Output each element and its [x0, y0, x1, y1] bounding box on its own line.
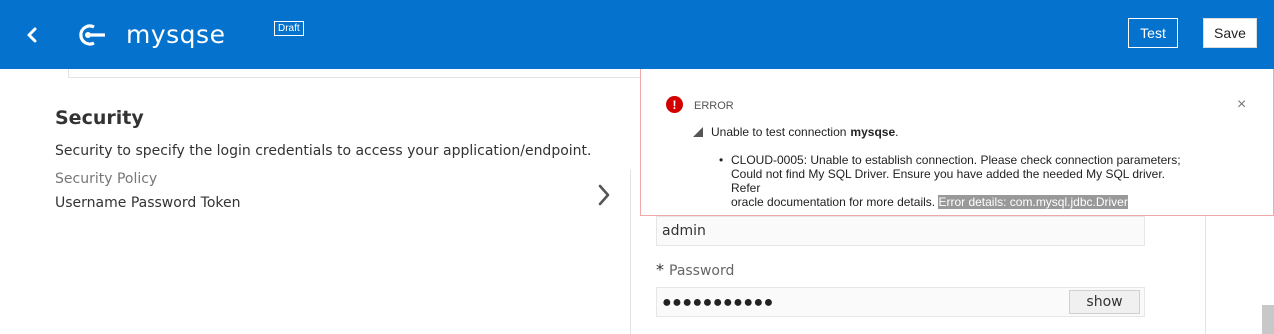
error-detail-line-1: CLOUD-0005: Unable to establish connecti…	[731, 153, 1181, 167]
error-title: ERROR	[694, 100, 734, 112]
app-header: mysqse Draft Test Save	[0, 0, 1274, 69]
error-detail-line-2: Could not find My SQL Driver. Ensure you…	[731, 167, 1166, 195]
error-detail-line-3: oracle documentation for more details. E…	[719, 195, 1189, 209]
error-summary: Unable to test connection mysqse.	[693, 125, 898, 139]
password-label: * Password	[656, 260, 734, 279]
password-label-text: Password	[669, 263, 735, 279]
save-button[interactable]: Save	[1203, 18, 1257, 48]
error-detail-bullet: •	[719, 153, 724, 167]
chevron-right-icon[interactable]	[596, 182, 612, 208]
security-policy-label: Security Policy	[55, 171, 158, 187]
error-detail-text: oracle documentation for more details.	[731, 195, 936, 209]
section-title: Security	[55, 107, 144, 129]
connection-logo-icon	[79, 24, 105, 46]
security-policy-value: Username Password Token	[55, 195, 241, 211]
username-field[interactable]: admin	[656, 216, 1145, 246]
error-summary-period: .	[895, 125, 899, 139]
connection-name: mysqse	[126, 20, 226, 49]
scrollbar-thumb[interactable]	[1262, 305, 1274, 334]
card-divider	[68, 69, 643, 78]
back-chevron-icon[interactable]	[20, 22, 44, 48]
show-password-button[interactable]: show	[1069, 290, 1140, 314]
draft-badge: Draft	[274, 21, 304, 36]
error-detail: • CLOUD-0005: Unable to establish connec…	[719, 153, 1189, 209]
section-description: Security to specify the login credential…	[55, 143, 592, 159]
collapse-triangle-icon[interactable]	[693, 127, 703, 137]
test-button[interactable]: Test	[1128, 18, 1178, 48]
error-details-highlight: Error details: com.mysql.jdbc.Driver	[938, 195, 1128, 209]
error-icon: !	[666, 96, 683, 113]
close-icon[interactable]: ×	[1237, 96, 1246, 114]
error-summary-connection: mysqse	[850, 125, 896, 139]
error-summary-text: Unable to test connection	[711, 125, 847, 139]
required-marker: *	[656, 260, 664, 279]
